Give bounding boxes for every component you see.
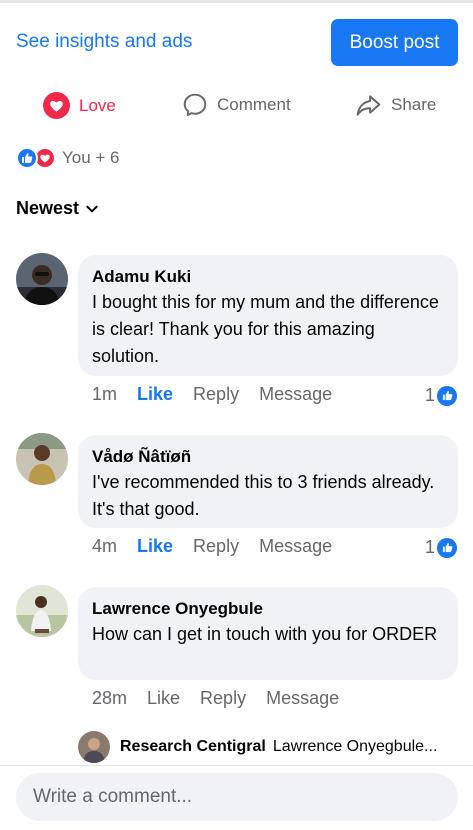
comment-message-button[interactable]: Message <box>259 384 332 405</box>
comment-reply-button[interactable]: Reply <box>193 384 239 405</box>
write-comment-input[interactable] <box>16 773 458 821</box>
comment-bubble: Adamu Kuki I bought this for my mum and … <box>78 255 458 376</box>
comment-reply-button[interactable]: Reply <box>193 536 239 557</box>
see-insights-link[interactable]: See insights and ads <box>16 31 192 53</box>
heart-icon <box>43 92 70 119</box>
reply-text: Lawrence Onyegbule... <box>272 738 438 755</box>
avatar <box>78 731 110 763</box>
share-arrow-icon <box>356 95 381 116</box>
comment-bubble-icon <box>183 93 207 117</box>
comment-like-button[interactable]: Like <box>137 536 173 557</box>
love-label: Love <box>79 95 116 115</box>
comment-actions: 1m Like Reply Message <box>92 384 352 405</box>
share-button[interactable]: Share <box>355 92 436 118</box>
like-count-value: 1 <box>424 537 435 557</box>
comment-bubble: Lawrence Onyegbule How can I get in touc… <box>78 587 458 680</box>
avatar[interactable] <box>16 585 68 637</box>
reply-author: Research Centigral <box>120 738 266 755</box>
like-count-value: 1 <box>424 385 435 405</box>
comment-like-count[interactable]: 1 <box>425 385 457 406</box>
reactions-count: You + 6 <box>62 148 120 167</box>
composer-divider <box>0 765 473 766</box>
boost-post-button[interactable]: Boost post <box>331 19 458 66</box>
comment-label: Comment <box>217 95 291 114</box>
comment-message-button[interactable]: Message <box>266 688 339 709</box>
comment-reply-button[interactable]: Reply <box>200 688 246 709</box>
post-actions-bar: Love Comment Share <box>0 88 473 124</box>
share-label: Share <box>391 95 437 114</box>
reaction-icons <box>16 147 56 169</box>
sort-dropdown[interactable]: Newest <box>16 198 99 219</box>
avatar[interactable] <box>16 433 68 485</box>
like-reaction-icon <box>437 537 457 558</box>
comment-actions: 4m Like Reply Message <box>92 536 352 557</box>
like-reaction-icon <box>16 147 38 169</box>
top-divider <box>0 0 473 3</box>
comment-author[interactable]: Adamu Kuki <box>92 266 444 288</box>
comment-message-button[interactable]: Message <box>259 536 332 557</box>
comment-time: 1m <box>92 384 118 404</box>
comment-time: 4m <box>92 536 118 556</box>
avatar[interactable] <box>16 253 68 305</box>
reactions-summary[interactable]: You + 6 <box>16 147 120 169</box>
comment-author[interactable]: Vådø Ñâtïøñ <box>92 446 444 468</box>
comment-like-button[interactable]: Like <box>147 688 180 709</box>
like-reaction-icon <box>437 385 457 406</box>
comment-time: 28m <box>92 688 128 708</box>
comment-text: I bought this for my mum and the differe… <box>92 292 439 366</box>
comment-actions: 28m Like Reply Message <box>92 688 359 709</box>
comment-author[interactable]: Lawrence Onyegbule <box>92 598 444 620</box>
comment-text: I've recommended this to 3 friends alrea… <box>92 472 435 519</box>
chevron-down-icon <box>86 205 98 212</box>
comment-bubble: Vådø Ñâtïøñ I've recommended this to 3 f… <box>78 435 458 528</box>
love-button[interactable]: Love <box>43 92 116 119</box>
comment-like-button[interactable]: Like <box>137 384 173 405</box>
comment-like-count[interactable]: 1 <box>425 537 457 558</box>
comment-text: How can I get in touch with you for ORDE… <box>92 624 438 644</box>
reply-preview[interactable]: Research Centigral Lawrence Onyegbule... <box>78 731 437 763</box>
sort-label: Newest <box>16 198 80 218</box>
